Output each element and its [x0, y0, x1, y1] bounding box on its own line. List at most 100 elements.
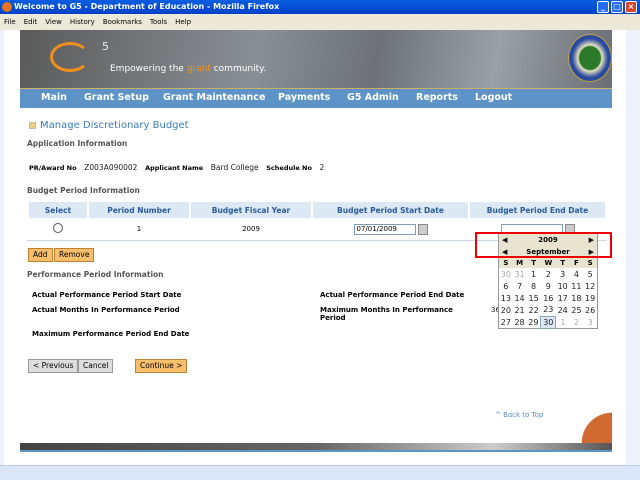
window-titlebar: Welcome to G5 - Department of Education …	[0, 0, 640, 14]
calendar-day[interactable]: 19	[583, 292, 597, 304]
calendar-day[interactable]: 2	[570, 316, 584, 328]
minimize-button[interactable]: _	[597, 1, 609, 13]
calendar-day[interactable]: 17	[556, 292, 570, 304]
vertical-scrollbar[interactable]	[626, 30, 640, 465]
calendar-day[interactable]: 26	[583, 304, 597, 316]
calendar-day[interactable]: 18	[570, 292, 584, 304]
calendar-day[interactable]: 15	[526, 292, 540, 304]
nav-grant-setup[interactable]: Grant Setup	[84, 92, 149, 103]
calendar-day[interactable]: 21	[513, 304, 527, 316]
menu-file[interactable]: File	[4, 18, 16, 26]
g5-logo	[50, 42, 90, 72]
cancel-button[interactable]: Cancel	[78, 359, 114, 373]
menubar: File Edit View History Bookmarks Tools Help	[0, 14, 640, 30]
fiscal-year: 2009	[242, 225, 260, 233]
calendar-week: 30 31 1 2 3 4 5	[499, 268, 597, 280]
calendar-day[interactable]: 4	[570, 268, 584, 280]
tagline-pre: Empowering the	[110, 64, 187, 74]
award-label: PR/Award No	[29, 164, 77, 172]
calendar-day[interactable]: 25	[570, 304, 584, 316]
menu-edit[interactable]: Edit	[24, 18, 38, 26]
calendar-day[interactable]: 30	[499, 268, 513, 280]
tagline-post: community.	[210, 64, 267, 74]
calendar-day[interactable]: 1	[556, 316, 570, 328]
calendar-day[interactable]: 10	[556, 280, 570, 292]
schedule-value: 2	[319, 163, 325, 172]
nav-main[interactable]: Main	[41, 92, 67, 103]
calendar-day[interactable]: 11	[570, 280, 584, 292]
continue-button[interactable]: Continue >	[135, 359, 188, 373]
tagline: Empowering the grant community.	[110, 64, 266, 74]
page-title: Manage Discretionary Budget	[40, 120, 189, 131]
firefox-icon	[2, 2, 12, 12]
banner: 5 Empowering the grant community.	[20, 30, 612, 88]
applicant-label: Applicant Name	[145, 164, 204, 172]
col-start-date: Budget Period Start Date	[313, 202, 468, 218]
calendar-day[interactable]: 7	[513, 280, 527, 292]
calendar-day[interactable]: 13	[499, 292, 513, 304]
add-button[interactable]: Add	[28, 248, 53, 262]
menu-help[interactable]: Help	[175, 18, 191, 26]
application-details: PR/Award No Z003A090002 Applicant Name B…	[29, 163, 324, 172]
previous-button[interactable]: < Previous	[28, 359, 79, 373]
budget-heading: Budget Period Information	[27, 186, 140, 195]
window-title: Welcome to G5 - Department of Education …	[14, 2, 280, 11]
calendar-day[interactable]: 3	[556, 268, 570, 280]
horizontal-scrollbar[interactable]	[0, 465, 640, 480]
calendar-day[interactable]: 24	[556, 304, 570, 316]
calendar-icon[interactable]	[417, 223, 428, 235]
nav-logout[interactable]: Logout	[475, 92, 512, 103]
perf-max-end-label: Maximum Performance Period End Date	[32, 330, 190, 338]
tagline-accent: grant	[186, 64, 211, 74]
calendar-day[interactable]: 2	[541, 268, 556, 280]
nav-grant-maintenance[interactable]: Grant Maintenance	[163, 92, 265, 103]
calendar-day[interactable]: 30	[540, 315, 557, 329]
calendar-day[interactable]: 12	[583, 280, 597, 292]
col-fiscal-year: Budget Fiscal Year	[191, 202, 311, 218]
back-to-top-link[interactable]: ^ Back to Top	[495, 411, 543, 419]
remove-button[interactable]: Remove	[54, 248, 95, 262]
calendar-day[interactable]: 27	[499, 316, 513, 328]
calendar-week: 20 21 22 23 24 25 26	[499, 304, 597, 316]
department-seal	[568, 34, 612, 82]
calendar-day[interactable]: 8	[526, 280, 540, 292]
calendar-day[interactable]: 29	[526, 316, 540, 328]
performance-heading: Performance Period Information	[27, 270, 164, 279]
col-period-number: Period Number	[89, 202, 189, 218]
calendar-day[interactable]: 23	[541, 304, 556, 316]
calendar-week: 27 28 29 30 1 2 3	[499, 315, 597, 329]
calendar-day[interactable]: 5	[583, 268, 597, 280]
calendar-day[interactable]: 31	[513, 268, 527, 280]
menu-tools[interactable]: Tools	[150, 18, 167, 26]
calendar-day[interactable]: 22	[526, 304, 540, 316]
calendar-day[interactable]: 3	[583, 316, 597, 328]
calendar-day[interactable]: 28	[513, 316, 527, 328]
nav-g5-admin[interactable]: G5 Admin	[347, 92, 399, 103]
nav-reports[interactable]: Reports	[416, 92, 458, 103]
footer-bar	[20, 443, 612, 452]
logo-five: 5	[102, 40, 109, 53]
calendar-day[interactable]: 1	[526, 268, 540, 280]
calendar-day[interactable]: 9	[541, 280, 556, 292]
award-value: Z003A090002	[84, 163, 138, 172]
close-button[interactable]: ×	[625, 1, 637, 13]
calendar-day[interactable]: 14	[513, 292, 527, 304]
main-nav: Main Grant Setup Grant Maintenance Payme…	[20, 88, 612, 108]
application-heading: Application Information	[27, 139, 128, 148]
perf-start-label: Actual Performance Period Start Date	[32, 291, 182, 299]
select-radio[interactable]	[53, 223, 63, 233]
dow-header: S	[499, 258, 513, 268]
calendar-day[interactable]: 16	[541, 292, 556, 304]
nav-payments[interactable]: Payments	[278, 92, 330, 103]
start-date-input[interactable]: 07/01/2009	[353, 223, 416, 235]
menu-history[interactable]: History	[70, 18, 95, 26]
calendar-day[interactable]: 20	[499, 304, 513, 316]
bullet-icon	[29, 122, 36, 129]
menu-view[interactable]: View	[45, 18, 62, 26]
col-end-date: Budget Period End Date	[470, 202, 605, 218]
calendar-day[interactable]: 6	[499, 280, 513, 292]
maximize-button[interactable]: □	[611, 1, 623, 13]
schedule-label: Schedule No	[266, 164, 312, 172]
menu-bookmarks[interactable]: Bookmarks	[103, 18, 142, 26]
col-select: Select	[29, 202, 87, 218]
